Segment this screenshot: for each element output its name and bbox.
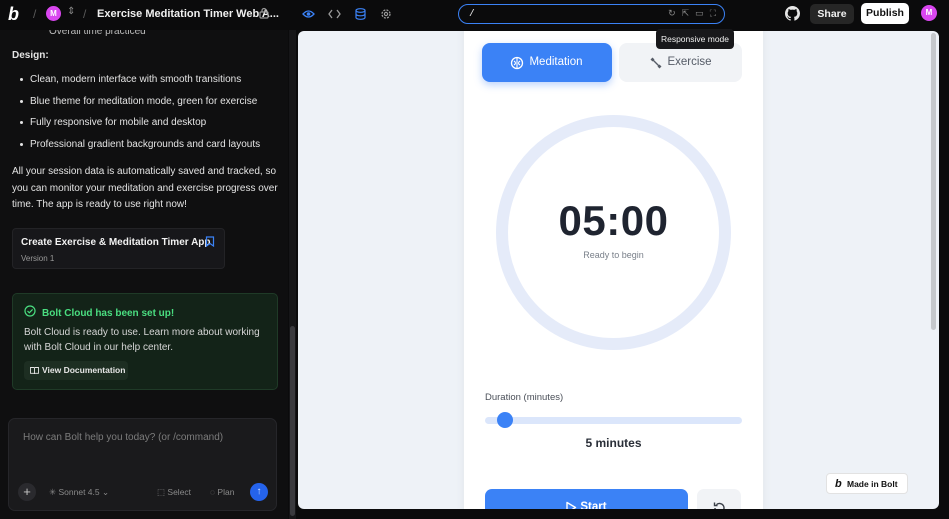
divider: / <box>33 7 37 21</box>
reset-button[interactable] <box>697 489 741 509</box>
timer-status: Ready to begin <box>583 250 644 260</box>
prompt-box: + ✳ Sonnet 4.5 ⌄ ⬚ Select ◌ Plan ↑ <box>8 418 277 511</box>
plan-button[interactable]: ◌ Plan <box>210 487 234 497</box>
responsive-mode-tooltip: Responsive mode <box>656 29 734 49</box>
check-circle-icon <box>24 305 36 317</box>
lock-icon <box>259 7 269 19</box>
model-name: Sonnet 4.5 <box>58 487 100 497</box>
plan-label: Plan <box>217 487 235 497</box>
cloud-title: Bolt Cloud has been set up! <box>42 308 175 319</box>
send-button[interactable]: ↑ <box>250 483 268 501</box>
version-card[interactable]: Create Exercise & Meditation Timer App V… <box>12 228 225 269</box>
cloud-text: Bolt Cloud is ready to use. Learn more a… <box>24 327 260 353</box>
sidebar-scrollbar-thumb[interactable] <box>290 326 295 516</box>
dumbbell-icon <box>650 57 662 69</box>
version-title: Create Exercise & Meditation Timer App <box>21 237 211 248</box>
settings-gear-icon[interactable] <box>375 4 397 24</box>
select-label: Select <box>167 487 192 497</box>
database-icon[interactable] <box>349 4 371 24</box>
share-button[interactable]: Share <box>810 4 854 24</box>
play-icon <box>566 501 577 509</box>
preview-scrollbar[interactable] <box>931 33 936 330</box>
bolt-logo[interactable]: b <box>8 5 26 23</box>
add-attachment-button[interactable]: + <box>18 483 36 501</box>
open-external-icon[interactable]: ⇱ <box>682 8 690 19</box>
top-bar: b / M ⇕ / Exercise Meditation Timer Web … <box>0 0 949 30</box>
list-item: Blue theme for meditation mode, green fo… <box>20 94 260 116</box>
publish-button[interactable]: Publish <box>861 3 909 24</box>
tab-meditation-label: Meditation <box>529 56 583 68</box>
fullscreen-icon[interactable]: ⛶ <box>710 8 716 19</box>
timer-card: Meditation Exercise 05:00 Ready to begin… <box>464 31 763 509</box>
tab-exercise-label: Exercise <box>667 56 712 68</box>
prompt-input[interactable] <box>23 432 263 468</box>
version-label: Version 1 <box>21 254 55 263</box>
user-avatar[interactable]: M <box>921 5 937 21</box>
tab-meditation[interactable]: Meditation <box>482 43 612 82</box>
model-selector[interactable]: ✳ Sonnet 4.5 ⌄ <box>49 487 109 498</box>
bookmark-icon[interactable] <box>205 236 215 247</box>
view-documentation-button[interactable]: View Documentation <box>24 361 128 380</box>
list-item: Clean, modern interface with smooth tran… <box>20 72 260 94</box>
refresh-icon[interactable]: ↻ <box>668 8 676 19</box>
made-in-bolt-badge[interactable]: b Made in Bolt <box>826 473 908 494</box>
duration-slider-track[interactable] <box>485 417 742 424</box>
duration-value: 5 minutes <box>585 436 642 450</box>
timer-display: 05:00 <box>558 197 669 244</box>
bolt-badge-logo: b <box>835 478 842 490</box>
workspace-avatar[interactable]: M <box>46 6 61 21</box>
start-label: Start <box>580 501 607 509</box>
code-icon[interactable] <box>323 4 345 24</box>
chevron-updown-icon[interactable]: ⇕ <box>67 6 75 17</box>
start-button[interactable]: Start <box>485 489 688 509</box>
view-toolbar <box>297 4 397 24</box>
doc-button-label: View Documentation <box>42 365 126 375</box>
chat-faded-line: Overall time practiced <box>49 30 146 37</box>
project-title[interactable]: Exercise Meditation Timer Web A... <box>97 8 279 20</box>
book-icon <box>30 367 39 375</box>
duration-label: Duration (minutes) <box>485 392 564 403</box>
brain-icon <box>510 56 524 70</box>
summary-paragraph: All your session data is automatically s… <box>12 166 278 210</box>
preview-eye-icon[interactable] <box>297 4 319 24</box>
url-bar: ↻ ⇱ ▭ ⛶ <box>458 4 725 24</box>
design-heading: Design: <box>12 50 49 61</box>
url-input[interactable] <box>469 7 649 21</box>
bolt-cloud-card: Bolt Cloud has been set up! Bolt Cloud i… <box>12 293 278 390</box>
reset-icon <box>713 502 725 509</box>
github-icon[interactable] <box>785 6 800 21</box>
duration-slider-thumb[interactable] <box>497 412 514 428</box>
divider: / <box>83 7 87 21</box>
select-button[interactable]: ⬚ Select <box>157 487 191 498</box>
design-bullets: Clean, modern interface with smooth tran… <box>20 72 260 158</box>
list-item: Professional gradient backgrounds and ca… <box>20 137 260 159</box>
responsive-mode-icon[interactable]: ▭ <box>695 8 704 19</box>
list-item: Fully responsive for mobile and desktop <box>20 115 260 137</box>
url-actions: ↻ ⇱ ▭ ⛶ <box>668 8 716 19</box>
chat-sidebar: Overall time practiced Design: Clean, mo… <box>0 30 288 519</box>
app-preview: Meditation Exercise 05:00 Ready to begin… <box>298 31 939 509</box>
made-in-label: Made in Bolt <box>847 479 898 489</box>
